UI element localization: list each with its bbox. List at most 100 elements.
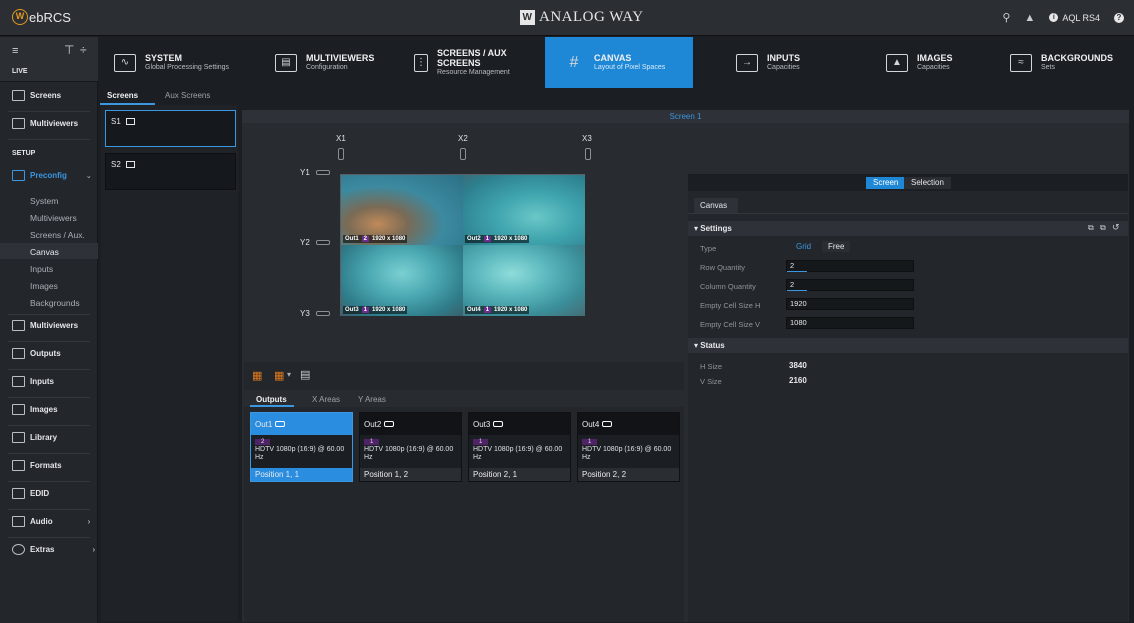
tab-screens-aux[interactable]: ⋮ SCREENS / AUX SCREENS Resource Managemen…: [404, 37, 544, 88]
v-size-label: V Size: [700, 377, 722, 386]
output-card-header: Out3: [469, 413, 570, 435]
formats-icon: [12, 460, 25, 471]
type-grid-option[interactable]: Grid: [790, 241, 817, 252]
nav-multiviewers[interactable]: Multiviewers: [0, 118, 98, 129]
layout-icon[interactable]: ▤: [300, 368, 310, 381]
tab-screens-list[interactable]: Screens: [107, 91, 138, 100]
output-card-out1[interactable]: Out1 2 HDTV 1080p (16:9) @ 60.00 Hz Posi…: [250, 412, 353, 482]
nav-multiviewers-2[interactable]: Multiviewers: [0, 320, 98, 331]
sub-item-backgrounds[interactable]: Backgrounds: [30, 298, 80, 308]
tab-y-areas[interactable]: Y Areas: [358, 395, 386, 404]
cell-badge: 1: [483, 236, 492, 242]
sub-item-system[interactable]: System: [30, 196, 58, 206]
chevron-right-icon: ›: [87, 517, 91, 526]
screen-card-s1[interactable]: S1: [105, 110, 236, 147]
nav-images[interactable]: Images: [0, 404, 98, 415]
copy-icon[interactable]: ⧉: [1088, 223, 1094, 233]
x-handle-1[interactable]: [338, 148, 344, 160]
tab-x-areas[interactable]: X Areas: [312, 395, 340, 404]
tab-backgrounds[interactable]: ≈ BACKGROUNDS Sets: [1000, 37, 1130, 88]
paste-icon[interactable]: ⧉: [1100, 223, 1106, 233]
nav-extras[interactable]: Extras ›: [0, 544, 98, 555]
canvas-cell-out4[interactable]: Out4 1 1920 x 1080: [463, 245, 585, 316]
tab-aux-screens[interactable]: Aux Screens: [165, 91, 210, 100]
tab-canvas-properties[interactable]: Canvas: [694, 198, 738, 213]
tab-title-line2: SCREENS: [437, 58, 481, 68]
tab-multiviewers[interactable]: ▤ MULTIVIEWERS Configuration: [265, 37, 395, 88]
output-format: HDTV 1080p (16:9) @ 60.00 Hz: [255, 446, 345, 461]
y-handle-1[interactable]: [316, 170, 330, 175]
tab-inputs[interactable]: → INPUTS Capacities: [726, 37, 856, 88]
status-section-header[interactable]: ▾ Status: [688, 338, 1128, 353]
screen-tabs-row: [100, 88, 1130, 105]
screen-card-s2[interactable]: S2: [105, 153, 236, 190]
tab-title: IMAGES: [917, 53, 953, 63]
nav-preconfig-label: Preconfig: [30, 171, 67, 180]
nav-audio[interactable]: Audio ›: [0, 516, 98, 527]
canvas-cell-out3[interactable]: Out3 1 1920 x 1080: [341, 245, 463, 316]
divide-icon[interactable]: ÷: [80, 43, 87, 57]
text-size-icon[interactable]: ⊤: [64, 43, 74, 57]
output-position: Position 2, 1: [469, 468, 570, 481]
x-handle-2[interactable]: [460, 148, 466, 160]
tab-system[interactable]: ∿ SYSTEM Global Processing Settings: [104, 37, 249, 88]
output-badge: 1: [582, 439, 598, 445]
sub-item-images[interactable]: Images: [30, 281, 58, 291]
nav-preconfig[interactable]: Preconfig ⌄: [0, 170, 98, 181]
cell-resolution: 1920 x 1080: [494, 307, 528, 313]
seg-selection[interactable]: Selection: [904, 177, 951, 189]
output-card-out2[interactable]: Out2 1 HDTV 1080p (16:9) @ 60.00 Hz Posi…: [359, 412, 462, 482]
y-handle-3[interactable]: [316, 311, 330, 316]
tab-subtitle: Layout of Pixel Spaces: [594, 64, 666, 71]
seg-screen[interactable]: Screen: [866, 177, 906, 189]
nav-screens[interactable]: Screens: [0, 90, 98, 101]
canvas-cell-out2[interactable]: Out2 1 1920 x 1080: [463, 175, 585, 245]
tab-outputs[interactable]: Outputs: [256, 395, 287, 404]
menu-icon[interactable]: ≡: [12, 45, 18, 57]
type-free-option[interactable]: Free: [822, 241, 851, 252]
sub-item-inputs[interactable]: Inputs: [30, 264, 53, 274]
search-icon[interactable]: ⚲: [1002, 11, 1010, 24]
output-card-out4[interactable]: Out4 1 HDTV 1080p (16:9) @ 60.00 Hz Posi…: [577, 412, 680, 482]
canvas-preview[interactable]: Out1 2 1920 x 1080 Out2 1 1920 x 1080 Ou…: [340, 174, 585, 316]
y-label-3: Y3: [300, 309, 310, 318]
screens-icon: [12, 90, 25, 101]
device-info-button[interactable]: i AQL RS4: [1049, 13, 1100, 23]
preconfig-icon: [12, 170, 25, 181]
cell-label: Out2 1 1920 x 1080: [465, 235, 530, 243]
h-size-value: 3840: [789, 361, 807, 370]
y-handle-2[interactable]: [316, 240, 330, 245]
nav-formats[interactable]: Formats: [0, 460, 98, 471]
help-icon[interactable]: ?: [1114, 12, 1124, 23]
bell-icon[interactable]: ▲: [1024, 12, 1035, 24]
y-label-2: Y2: [300, 238, 310, 247]
dropdown-arrow-icon[interactable]: ▾: [287, 370, 291, 379]
tab-images[interactable]: ▲ IMAGES Capacities: [876, 37, 996, 88]
tab-canvas[interactable]: # CANVAS Layout of Pixel Spaces: [545, 37, 693, 88]
status-title: Status: [700, 341, 725, 350]
tab-subtitle: Capacities: [917, 64, 950, 71]
cell-label: Out4 1 1920 x 1080: [465, 306, 530, 314]
nav-library[interactable]: Library: [0, 432, 98, 443]
empty-cell-size-h-input[interactable]: 1920: [786, 298, 914, 310]
outputs-icon: [12, 348, 25, 359]
output-name: Out2: [364, 419, 382, 429]
nav-inputs[interactable]: Inputs: [0, 376, 98, 387]
canvas-cell-out1[interactable]: Out1 2 1920 x 1080: [341, 175, 463, 245]
system-icon: ∿: [114, 53, 136, 72]
sub-item-screens-aux[interactable]: Screens / Aux.: [30, 230, 85, 240]
nav-outputs[interactable]: Outputs: [0, 348, 98, 359]
mode-label: LIVE: [12, 68, 28, 75]
empty-cell-size-v-input[interactable]: 1080: [786, 317, 914, 329]
sub-item-multiviewers[interactable]: Multiviewers: [30, 213, 77, 223]
reset-icon[interactable]: ↺: [1112, 222, 1120, 233]
output-card-out3[interactable]: Out3 1 HDTV 1080p (16:9) @ 60.00 Hz Posi…: [468, 412, 571, 482]
settings-section-header[interactable]: ▾ Settings: [688, 221, 1128, 236]
brand-text: ANALOG WAY: [539, 9, 644, 25]
nav-edid[interactable]: EDID: [0, 488, 98, 499]
split-horizontal-icon[interactable]: ▦: [252, 369, 262, 382]
sub-item-canvas[interactable]: Canvas: [30, 247, 59, 257]
nav-label: Images: [30, 405, 58, 414]
x-handle-3[interactable]: [585, 148, 591, 160]
split-vertical-icon[interactable]: ▦: [274, 369, 284, 382]
